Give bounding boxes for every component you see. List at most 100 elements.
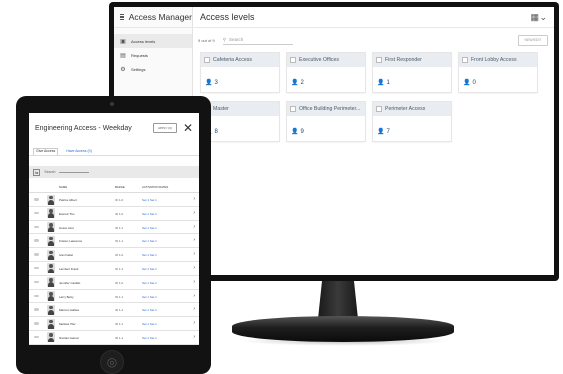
card-name: Master — [213, 106, 229, 112]
chevron-right-icon[interactable]: › — [193, 306, 195, 312]
sidebar-item-label: Settings — [131, 66, 146, 72]
activation-dates[interactable]: Set 1 Set 1 — [142, 212, 157, 216]
person-icon: 👤 — [291, 80, 299, 86]
toggle-switch[interactable] — [34, 225, 39, 229]
toggle-switch[interactable] — [34, 211, 39, 215]
sidebar-item-access-levels[interactable]: ▣ Access levels — [114, 34, 192, 48]
access-card[interactable]: Front Lobby Access 👤 0 — [459, 53, 537, 92]
activation-dates[interactable]: Set 1 Set 1 — [142, 198, 157, 202]
chevron-right-icon[interactable]: › — [193, 237, 195, 243]
access-card[interactable]: Master 👤8 — [201, 102, 279, 141]
toggle-switch[interactable] — [34, 322, 39, 325]
chevron-right-icon[interactable]: › — [193, 196, 195, 202]
card-count: 9 — [300, 128, 304, 135]
column-header-badge: BADGE — [115, 185, 125, 189]
table-row[interactable]: Grace Azer ID 1-1 Set 1 Set 1 › — [29, 221, 199, 235]
card-name: Office Building Perimeter... — [299, 106, 361, 112]
activation-dates[interactable]: Set 1 Set 1 — [142, 281, 157, 285]
main-panel: Access levels ▦ ⌄ 9 out of 9 ⚲ Search NE… — [192, 7, 554, 275]
access-card[interactable]: Office Building Perimeter... 👤 9 — [287, 102, 365, 141]
activation-dates[interactable]: Set 1 Set 1 — [142, 267, 157, 271]
avatar — [47, 304, 55, 315]
card-checkbox[interactable] — [376, 57, 382, 63]
activation-dates[interactable]: Set 1 Set 1 — [142, 295, 157, 299]
avatar — [47, 277, 55, 288]
tablet-camera — [110, 102, 114, 106]
table-row[interactable]: Marcus Gables ID 1-1 Set 1 Set 1 › — [29, 303, 199, 318]
hamburger-menu-icon[interactable] — [120, 13, 124, 21]
activation-dates[interactable]: Set 1 Set 1 — [142, 226, 157, 230]
dialog-tabs: Give Access Have Access (0) — [29, 143, 199, 156]
close-icon[interactable]: ✕ — [183, 122, 193, 134]
avatar — [47, 222, 55, 233]
toggle-switch[interactable] — [34, 239, 39, 242]
chevron-right-icon[interactable]: › — [193, 251, 195, 257]
toggle-switch[interactable] — [34, 253, 39, 256]
chevron-right-icon[interactable]: › — [193, 224, 195, 230]
access-card[interactable]: First Responder 👤 1 — [373, 53, 451, 92]
access-card[interactable]: Cafeteria Access 👤 3 — [201, 53, 279, 92]
tablet-home-button[interactable]: ◎ — [100, 350, 124, 374]
toggle-switch[interactable] — [34, 294, 39, 298]
table-row[interactable]: Lambert Frank ID 1-1 Set 1 Set 1 › — [29, 262, 199, 276]
table-row[interactable]: Larry Betty ID 1-1 Set 1 Set 1 › — [29, 290, 199, 304]
sidebar-item-requests[interactable]: ▤ Requests — [114, 48, 192, 62]
toggle-switch[interactable] — [34, 335, 39, 339]
sidebar-item-settings[interactable]: ⚙ Settings — [114, 62, 192, 76]
table-row[interactable]: Nicolas Gamal ID 1-1 Set 1 Set 1 › — [29, 331, 199, 345]
badge-id: ID 1-1 — [115, 239, 124, 244]
card-checkbox[interactable] — [290, 106, 296, 112]
activation-dates[interactable]: Set 1 Set 1 — [142, 308, 157, 312]
page-title: Access levels — [200, 12, 255, 22]
dialog-title: Engineering Access - Weekday — [35, 124, 132, 132]
card-count: 2 — [300, 79, 304, 86]
table-row[interactable]: Everett Thu ID 1-0 Set 1 Set 1 › — [29, 207, 199, 221]
search-input[interactable]: ⚲ Search — [222, 36, 293, 45]
activation-dates[interactable]: Set 1 Set 1 — [142, 253, 157, 257]
apps-grid-icon[interactable]: ▦ ⌄ — [530, 12, 547, 23]
card-name: First Responder — [385, 57, 422, 63]
badge-id: ID 1-1 — [115, 266, 124, 271]
chevron-right-icon[interactable]: › — [193, 320, 195, 326]
tab-give-access[interactable]: Give Access — [33, 148, 59, 155]
table-row[interactable]: Melissa Tiler ID 1-1 Set 1 Set 1 › — [29, 317, 199, 331]
access-card[interactable]: Executive Offices 👤 2 — [287, 53, 365, 92]
card-count: 1 — [386, 79, 390, 86]
card-checkbox[interactable] — [462, 57, 468, 63]
toggle-switch[interactable] — [34, 280, 39, 284]
chevron-right-icon[interactable]: › — [193, 334, 195, 340]
chevron-right-icon[interactable]: › — [193, 210, 195, 216]
filter-icon[interactable]: ⇆ — [33, 168, 41, 176]
activation-dates[interactable]: Set 1 Set 1 — [142, 322, 157, 326]
toggle-switch[interactable] — [34, 308, 39, 311]
person-name: Grace Azer — [59, 225, 75, 230]
card-checkbox[interactable] — [204, 57, 210, 63]
activation-dates[interactable]: Set 1 Set 1 — [142, 336, 157, 340]
person-icon: 👤 — [377, 129, 385, 135]
card-checkbox[interactable] — [376, 106, 382, 112]
table-row[interactable]: Ivan Fabel ID 1-0 Set 1 Set 1 › — [29, 248, 199, 262]
table-row[interactable]: Patrice Albert ID 1-0 Set 1 Set 1 › — [29, 193, 199, 207]
person-name: Lambert Frank — [59, 266, 79, 271]
avatar — [47, 194, 55, 205]
table-row[interactable]: Jennifer Castillo ID 1-0 Set 1 Set 1 › — [29, 276, 199, 290]
access-card[interactable]: Perimeter Access 👤 7 — [373, 102, 451, 141]
card-checkbox[interactable] — [290, 57, 296, 63]
activation-dates[interactable]: Set 1 Set 1 — [142, 239, 157, 243]
toggle-switch[interactable] — [34, 198, 39, 201]
main-header: Access levels ▦ ⌄ — [192, 7, 554, 28]
chevron-right-icon[interactable]: › — [193, 265, 195, 271]
table-row[interactable]: Kristen Lawrence ID 1-1 Set 1 Set 1 › — [29, 234, 199, 249]
chevron-right-icon[interactable]: › — [193, 293, 195, 299]
badge-id: ID 1-1 — [115, 335, 124, 340]
people-table: Patrice Albert ID 1-0 Set 1 Set 1 › Everett… — [29, 193, 199, 345]
new-edit-button[interactable]: NEW/EDIT — [518, 34, 548, 46]
person-name: Jennifer Castillo — [59, 280, 81, 285]
tablet-search-bar[interactable]: ⇆ Search — [29, 166, 199, 178]
toggle-switch[interactable] — [34, 266, 39, 270]
chevron-right-icon[interactable]: › — [193, 279, 195, 285]
avatar — [47, 332, 55, 343]
badge-id: ID 1-0 — [115, 253, 124, 258]
tab-have-access[interactable]: Have Access (0) — [64, 149, 93, 155]
apply-button[interactable]: APPLY (0) — [152, 123, 177, 133]
